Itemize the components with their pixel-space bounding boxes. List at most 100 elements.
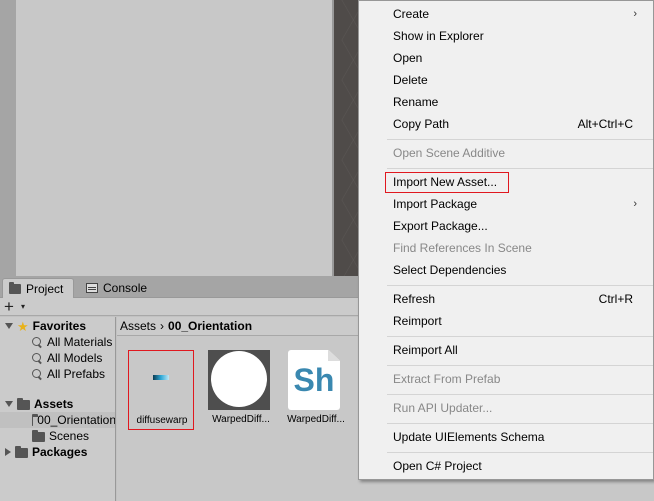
menu-item-update-uielements-schema[interactable]: Update UIElements Schema [393, 426, 633, 448]
menu-label: Find References In Scene [393, 241, 532, 255]
tree-item-packages[interactable]: Packages [5, 444, 87, 460]
menu-label: Open Scene Additive [393, 146, 506, 160]
menu-label: Run API Updater... [393, 401, 493, 415]
menu-item-open-scene-additive: Open Scene Additive [393, 142, 633, 164]
texture-thumbnail [153, 375, 169, 380]
tree-label: Packages [32, 445, 88, 459]
tree-label: 00_Orientation [37, 413, 116, 427]
folder-icon [15, 446, 28, 458]
tree-item-all-materials[interactable]: All Materials [32, 334, 112, 350]
folder-icon [32, 414, 40, 426]
tab-project[interactable]: Project [2, 278, 74, 298]
console-icon [86, 283, 98, 293]
tree-item-all-models[interactable]: All Models [32, 350, 102, 366]
menu-item-import-package[interactable]: Import Package › [393, 193, 637, 215]
expand-arrow-icon[interactable] [5, 323, 13, 329]
tree-label: Favorites [32, 319, 87, 333]
menu-item-select-dependencies[interactable]: Select Dependencies [393, 259, 633, 281]
star-icon: ★ [17, 318, 29, 334]
menu-label: Reimport All [393, 343, 458, 357]
menu-item-export-package[interactable]: Export Package... [393, 215, 633, 237]
chevron-right-icon: › [633, 8, 637, 20]
inspector-panel [16, 0, 332, 276]
menu-item-reimport[interactable]: Reimport [393, 310, 633, 332]
material-sphere-thumbnail [208, 350, 270, 410]
menu-label: Show in Explorer [393, 29, 484, 43]
left-edge-strip [0, 0, 16, 276]
menu-item-open[interactable]: Open [393, 47, 633, 69]
menu-label: Select Dependencies [393, 263, 507, 277]
tree-label: All Prefabs [47, 367, 106, 381]
breadcrumb-current[interactable]: 00_Orientation [168, 319, 252, 333]
menu-separator [387, 423, 653, 424]
asset-label: diffusewarp [136, 415, 188, 426]
tree-label: All Models [47, 351, 103, 365]
tab-console-label: Console [103, 281, 148, 295]
asset-label: WarpedDiff... [287, 414, 345, 425]
menu-separator [387, 168, 653, 169]
chevron-right-icon: › [633, 198, 637, 210]
menu-separator [387, 452, 653, 453]
menu-shortcut: Alt+Ctrl+C [577, 117, 633, 131]
menu-shortcut: Ctrl+R [598, 292, 633, 306]
tab-project-label: Project [26, 281, 64, 296]
create-button[interactable]: + [4, 298, 14, 315]
breadcrumb-root[interactable]: Assets [120, 319, 156, 333]
menu-separator [387, 394, 653, 395]
menu-label: Extract From Prefab [393, 372, 501, 386]
menu-item-find-references: Find References In Scene [393, 237, 633, 259]
folder-icon [9, 281, 21, 294]
menu-label: Import Package [393, 197, 478, 211]
menu-label: Copy Path [393, 117, 450, 131]
expand-arrow-icon[interactable] [5, 401, 13, 407]
menu-label: Export Package... [393, 219, 488, 233]
menu-item-refresh[interactable]: Refresh Ctrl+R [393, 288, 633, 310]
menu-item-show-in-explorer[interactable]: Show in Explorer [393, 25, 633, 47]
menu-item-create[interactable]: Create › [393, 3, 637, 25]
tree-item-favorites[interactable]: ★ Favorites [5, 318, 86, 334]
menu-label: Reimport [393, 314, 442, 328]
asset-warped-diffuse-material[interactable]: WarpedDiff... [205, 350, 271, 430]
menu-separator [387, 139, 653, 140]
menu-label: Open [393, 51, 423, 65]
asset-label: WarpedDiff... [212, 414, 270, 425]
folder-icon [32, 430, 45, 442]
menu-item-reimport-all[interactable]: Reimport All [393, 339, 633, 361]
menu-separator [387, 365, 653, 366]
menu-label: Update UIElements Schema [393, 430, 545, 444]
tree-label: All Materials [47, 335, 113, 349]
menu-label: Rename [393, 95, 439, 109]
menu-separator [387, 285, 653, 286]
menu-item-rename[interactable]: Rename [393, 91, 633, 113]
asset-warped-diffuse-shader[interactable]: Sh WarpedDiff... [283, 350, 349, 430]
tree-label: Scenes [49, 429, 90, 443]
tree-label: Assets [34, 397, 74, 411]
chevron-down-icon[interactable]: ▾ [21, 302, 25, 311]
menu-label: Open C# Project [393, 459, 482, 473]
menu-item-run-api-updater: Run API Updater... [393, 397, 633, 419]
menu-label: Create [393, 7, 430, 21]
menu-item-delete[interactable]: Delete [393, 69, 633, 91]
collapse-arrow-icon[interactable] [5, 448, 11, 456]
folder-icon [17, 398, 30, 410]
breadcrumb-separator: › [160, 319, 165, 333]
menu-label: Delete [393, 73, 428, 87]
context-menu: Create › Show in Explorer Open Delete Re… [358, 0, 654, 480]
search-icon [32, 352, 43, 364]
tree-item-all-prefabs[interactable]: All Prefabs [32, 366, 105, 382]
highlight-box [385, 172, 509, 193]
tree-item-assets[interactable]: Assets [5, 396, 73, 412]
menu-item-extract-from-prefab: Extract From Prefab [393, 368, 633, 390]
tree-item-scenes[interactable]: Scenes [32, 428, 89, 444]
tab-console[interactable]: Console [80, 278, 155, 298]
menu-label: Refresh [393, 292, 436, 306]
menu-item-open-csharp-project[interactable]: Open C# Project [393, 455, 633, 477]
asset-diffusewarp[interactable]: diffusewarp [128, 350, 194, 430]
search-icon [32, 368, 43, 380]
menu-separator [387, 336, 653, 337]
menu-item-copy-path[interactable]: Copy Path Alt+Ctrl+C [393, 113, 633, 135]
tree-item-00-orientation[interactable]: 00_Orientation [0, 412, 116, 428]
search-icon [32, 336, 43, 348]
shader-icon: Sh [288, 350, 340, 410]
folder-tree: ★ Favorites All Materials All Models All… [0, 317, 116, 501]
